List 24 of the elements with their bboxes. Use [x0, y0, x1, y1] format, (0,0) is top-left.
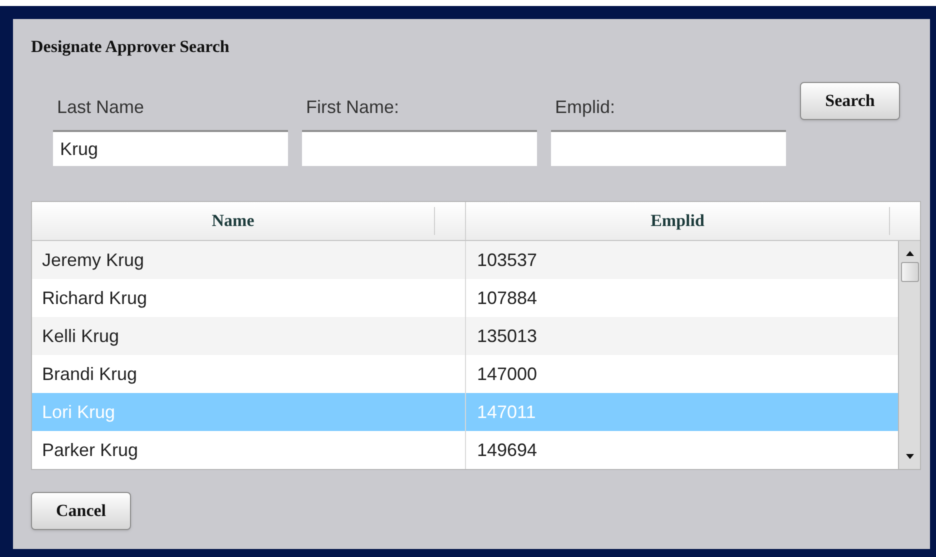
table-cell-text: 107884 [476, 286, 538, 310]
field-label: Last Name [56, 96, 146, 119]
search-button[interactable]: Search [800, 82, 900, 120]
table-row[interactable]: Jeremy Krug 103537 [32, 241, 898, 279]
scroll-down-icon[interactable] [904, 453, 914, 461]
field-label: First Name: [305, 96, 400, 119]
table-cell-text: 103537 [476, 248, 538, 272]
text-field[interactable]: Krug [53, 130, 288, 166]
dialog-title: Designate Approver Search [31, 36, 230, 58]
column-header[interactable]: Emplid [466, 208, 889, 234]
table-cell-text: 135013 [476, 324, 538, 348]
table-cell-text: 147011 [476, 400, 536, 424]
column-header[interactable]: Name [32, 208, 434, 234]
text-field[interactable] [551, 130, 786, 166]
table-cell-text: 149694 [476, 438, 538, 462]
table-cell: Parker Krug [32, 431, 466, 469]
text-field[interactable] [302, 130, 537, 166]
scroll-thumb[interactable] [900, 262, 918, 282]
cancel-button[interactable]: Cancel [31, 492, 131, 530]
scrollbar[interactable] [898, 241, 920, 469]
field-label: Emplid: [554, 96, 616, 119]
table-row[interactable]: Kelli Krug 135013 [32, 317, 898, 355]
table-cell-text: 147000 [476, 362, 538, 386]
scroll-up-icon[interactable] [904, 249, 914, 257]
